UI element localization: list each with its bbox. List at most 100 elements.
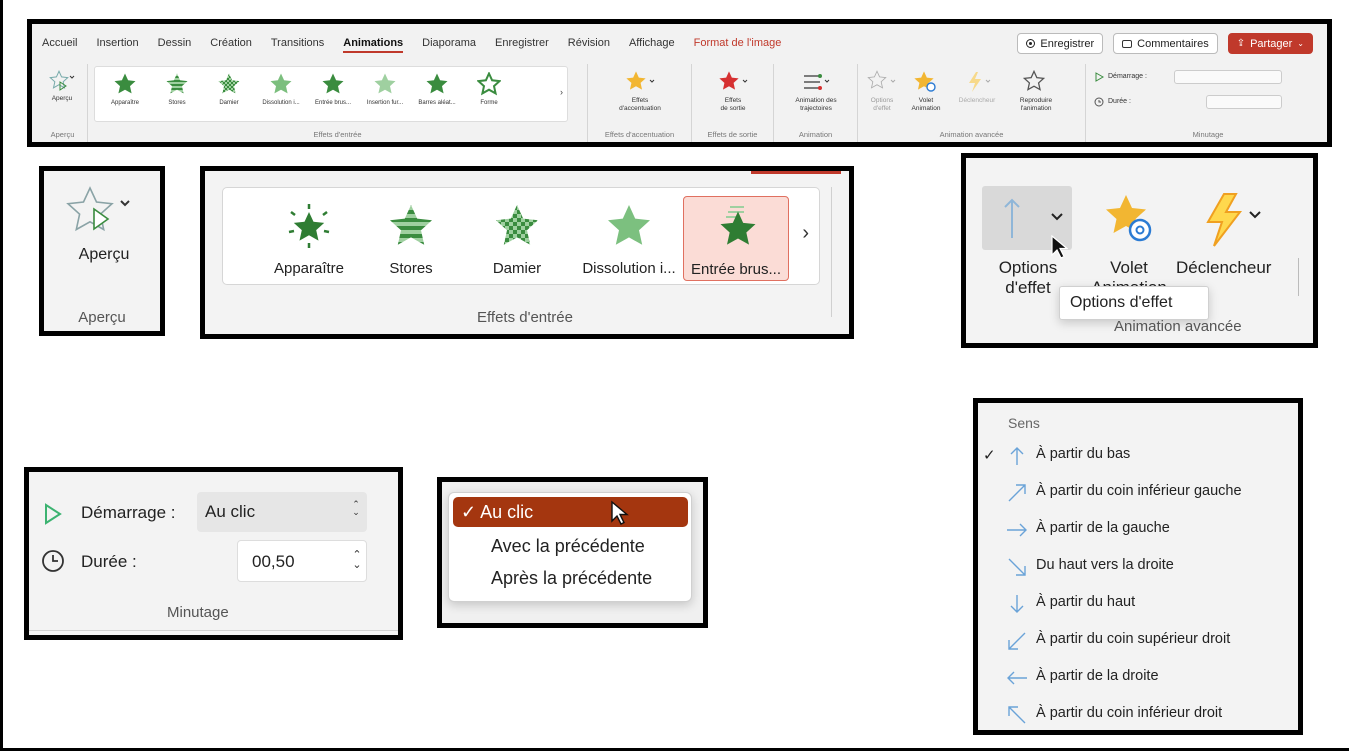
path-label-2: trajectoires <box>800 105 832 112</box>
gallery-item-damier[interactable]: Damier <box>203 72 255 106</box>
menu-item-label: Avec la précédente <box>491 536 645 556</box>
direction-item-coin-inferieur-droit[interactable]: À partir du coin inférieur droit <box>978 696 1298 730</box>
entry-effects-gallery: Apparaître Stores Damier Dissolution i..… <box>94 66 568 122</box>
direction-item-coin-inferieur-gauche[interactable]: À partir du coin inférieur gauche <box>978 474 1298 511</box>
chevron-down-icon <box>1051 213 1063 221</box>
exit-effects-button[interactable]: Effets de sortie <box>702 70 764 113</box>
animation-group: Animation des trajectoires Animation <box>774 64 858 142</box>
effect-item-damier[interactable]: Damier <box>461 202 573 277</box>
apercu-zoom-panel: Aperçu Aperçu <box>39 166 165 336</box>
timing-group-label: Minutage <box>1192 130 1224 139</box>
direction-item-droite[interactable]: À partir de la droite <box>978 659 1298 696</box>
direction-label: À partir de la droite <box>1036 668 1159 684</box>
animation-pane-big-button[interactable] <box>1094 192 1166 253</box>
tab-dessin[interactable]: Dessin <box>158 37 192 53</box>
menu-item-au-clic[interactable]: ✓ Au clic <box>453 497 688 527</box>
apercu-group-label: Aperçu <box>50 130 75 139</box>
apercu-label: Aperçu <box>51 95 73 102</box>
start-select[interactable]: Au clic ⌃ ⌄ <box>197 492 367 532</box>
comments-button[interactable]: Commentaires <box>1113 33 1218 54</box>
gallery-item-forme[interactable]: Forme <box>463 72 515 106</box>
apercu-button[interactable]: Aperçu <box>42 70 82 103</box>
animation-group-label: Animation <box>798 130 833 139</box>
gallery-item-insertion[interactable]: Insertion fur... <box>359 72 411 106</box>
animation-painter-icon <box>1023 70 1045 91</box>
apercu-big-button[interactable]: Aperçu <box>54 185 154 264</box>
duration-value: 00,50 <box>252 552 295 571</box>
gallery-next-icon[interactable]: › <box>560 87 563 97</box>
tab-transitions[interactable]: Transitions <box>271 37 324 53</box>
fly-in-star-icon <box>322 73 344 94</box>
tab-insertion[interactable]: Insertion <box>96 37 138 53</box>
effect-item-entree-brusque[interactable]: Entrée brus... <box>683 196 789 281</box>
start-menu-zoom-panel: ✓ Au clic Avec la précédente Après la pr… <box>437 477 708 628</box>
timing-big-group-label: Minutage <box>167 604 229 621</box>
effect-item-apparaitre[interactable]: Apparaître <box>253 202 365 277</box>
gallery-item-stores[interactable]: Stores <box>151 72 203 106</box>
tab-creation[interactable]: Création <box>210 37 252 53</box>
gallery-divider <box>831 187 832 317</box>
direction-item-haut[interactable]: À partir du haut <box>978 585 1298 622</box>
menu-item-avec-precedente[interactable]: Avec la précédente <box>459 531 694 561</box>
gallery-label: Barres aléat... <box>418 100 456 106</box>
trigger-button[interactable]: Déclencheur <box>952 70 1002 105</box>
entry-effects-big-gallery: Apparaître Stores Damier Dissolution i..… <box>222 187 820 285</box>
effect-label: Dissolution i... <box>582 260 676 277</box>
emphasis-label-2: d'accentuation <box>619 105 661 112</box>
tab-animations[interactable]: Animations <box>343 37 404 53</box>
effect-options-big-button[interactable] <box>982 186 1072 250</box>
float-in-star-icon <box>374 73 396 94</box>
gallery-item-barres[interactable]: Barres aléat... <box>411 72 463 106</box>
duration-field[interactable] <box>1206 95 1282 109</box>
tab-enregistrer[interactable]: Enregistrer <box>495 37 549 53</box>
tab-revision[interactable]: Révision <box>568 37 610 53</box>
direction-label: À partir du bas <box>1036 446 1131 462</box>
gallery-label: Insertion fur... <box>366 100 404 106</box>
duration-field[interactable]: 00,50 ⌃ ⌄ <box>237 540 367 582</box>
tab-format-image[interactable]: Format de l'image <box>694 37 782 53</box>
gallery-item-apparaitre[interactable]: Apparaître <box>99 72 151 106</box>
effect-item-dissolution[interactable]: Dissolution i... <box>573 202 685 277</box>
options-line-1: Options <box>998 258 1058 277</box>
effect-label: Entrée brus... <box>690 261 782 278</box>
effect-item-stores[interactable]: Stores <box>355 202 467 277</box>
effect-options-button[interactable]: Options d'effet <box>862 70 902 113</box>
direction-menu-header: Sens <box>1008 415 1040 431</box>
dissolve-star-icon <box>270 73 292 94</box>
emphasis-label-1: Effets <box>631 97 649 104</box>
animation-painter-button[interactable]: Reproduire l'animation <box>1006 70 1066 113</box>
check-icon: ✓ <box>461 502 477 522</box>
duration-stepper-icon[interactable]: ⌃ ⌄ <box>352 550 362 571</box>
gallery-next-icon[interactable]: › <box>802 222 809 245</box>
exit-label-1: Effets <box>724 97 742 104</box>
direction-label: À partir de la gauche <box>1036 520 1170 536</box>
check-icon: ✓ <box>983 447 996 464</box>
direction-item-haut-droite[interactable]: Du haut vers la droite <box>978 548 1298 585</box>
tab-accueil[interactable]: Accueil <box>42 37 77 53</box>
direction-item-coin-superieur-droit[interactable]: À partir du coin supérieur droit <box>978 622 1298 659</box>
share-icon: ⇪ <box>1236 38 1246 49</box>
menu-item-apres-precedente[interactable]: Après la précédente <box>459 563 694 593</box>
gallery-item-entree-brusque[interactable]: Entrée brus... <box>307 72 359 106</box>
preview-star-icon <box>66 186 130 232</box>
animation-pane-button[interactable]: Volet Animation <box>904 70 948 113</box>
gallery-label: Dissolution i... <box>262 100 300 106</box>
options-label-1: Options <box>870 97 894 104</box>
direction-item-gauche[interactable]: À partir de la gauche <box>978 511 1298 548</box>
emphasis-effects-button[interactable]: Effets d'accentuation <box>600 70 680 113</box>
trigger-big-button[interactable] <box>1194 190 1274 255</box>
tab-affichage[interactable]: Affichage <box>629 37 675 53</box>
record-button[interactable]: Enregistrer <box>1017 33 1104 54</box>
share-button[interactable]: ⇪ Partager ⌄ <box>1227 33 1313 54</box>
arrow-up-right-icon <box>1008 484 1026 502</box>
motion-path-button[interactable]: Animation des trajectoires <box>780 70 852 113</box>
ribbon-top-buttons: Enregistrer Commentaires ⇪ Partager ⌄ <box>1017 33 1313 54</box>
exit-group-label: Effets de sortie <box>707 130 758 139</box>
ribbon-tabs: Accueil Insertion Dessin Création Transi… <box>42 37 800 53</box>
blinds-star-icon <box>166 73 188 94</box>
play-icon <box>1095 72 1104 82</box>
tab-diaporama[interactable]: Diaporama <box>422 37 476 53</box>
gallery-item-dissolution[interactable]: Dissolution i... <box>255 72 307 106</box>
start-select[interactable] <box>1174 70 1282 84</box>
direction-item-bas[interactable]: ✓ À partir du bas <box>978 437 1298 474</box>
